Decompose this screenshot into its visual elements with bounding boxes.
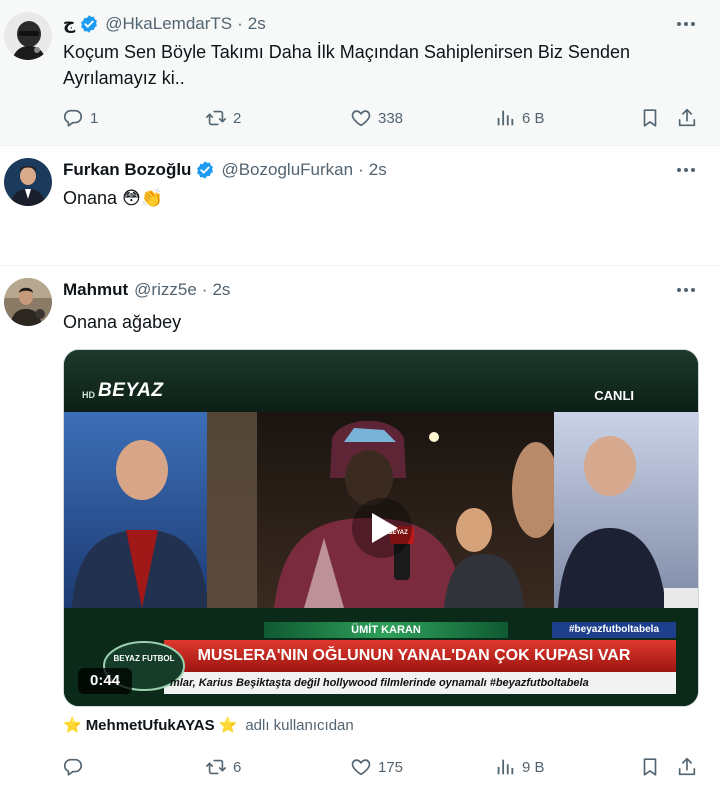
author-name[interactable]: Furkan Bozoğlu xyxy=(63,160,191,180)
author-name[interactable]: Mahmut xyxy=(63,280,128,300)
author-handle[interactable]: @HkaLemdarTS xyxy=(105,14,232,34)
reply-count: 1 xyxy=(90,109,99,127)
star-emoji: ⭐ xyxy=(218,717,238,734)
reply-button[interactable]: 1 xyxy=(62,104,98,132)
tweet-text: Onana 😳👏 xyxy=(63,188,164,208)
timestamp[interactable]: 2s xyxy=(369,160,387,180)
author-handle[interactable]: @rizz5e xyxy=(134,280,197,300)
channel-hd-label: HD xyxy=(82,390,95,400)
retweet-count: 6 xyxy=(233,758,242,776)
verified-icon xyxy=(79,14,99,34)
video-player[interactable]: HD BEYAZ CANLI ÜMİT KARAN #beyazfutbolta… xyxy=(63,349,699,707)
more-icon[interactable] xyxy=(674,14,698,34)
retweet-button[interactable]: 2 xyxy=(205,104,241,132)
verified-icon xyxy=(195,160,215,180)
like-icon xyxy=(350,107,372,129)
reply-icon xyxy=(62,756,84,778)
retweet-icon xyxy=(205,107,227,129)
attribution-suffix: adlı kullanıcıdan xyxy=(245,716,354,734)
separator-dot: · xyxy=(237,14,243,33)
speaker-name: ÜMİT KARAN xyxy=(351,624,421,636)
avatar[interactable] xyxy=(4,278,52,326)
timestamp[interactable]: 2s xyxy=(248,14,266,34)
news-ticker: mlar, Karius Beşiktaşta değil hollywood … xyxy=(170,677,589,689)
show-logo: BEYAZ FUTBOL xyxy=(113,654,175,663)
bookmark-icon xyxy=(639,756,661,778)
timestamp[interactable]: 2s xyxy=(212,280,230,300)
views-button[interactable]: 6 B xyxy=(494,104,545,132)
share-button[interactable] xyxy=(676,104,698,132)
reply-icon xyxy=(62,107,84,129)
star-emoji: ⭐ xyxy=(63,717,82,734)
channel-logo: BEYAZ xyxy=(98,380,164,401)
retweet-button[interactable]: 6 xyxy=(205,753,241,781)
tweet-2[interactable]: Furkan Bozoğlu @BozogluFurkan · 2s Onana… xyxy=(0,146,720,266)
bookmark-button[interactable] xyxy=(639,104,661,132)
like-count: 175 xyxy=(378,758,404,776)
tweet-1[interactable]: ج @HkaLemdarTS · 2s Koçum Sen Böyle Takı… xyxy=(0,0,720,146)
share-icon xyxy=(676,756,698,778)
tweet-actions: 1 2 338 6 B xyxy=(60,104,710,132)
mic-label: BEYAZ xyxy=(388,530,408,536)
video-duration: 0:44 xyxy=(89,672,121,689)
more-icon[interactable] xyxy=(674,280,698,300)
retweet-count: 2 xyxy=(233,109,242,127)
author-name[interactable]: ج xyxy=(63,14,75,34)
more-icon[interactable] xyxy=(674,160,698,180)
views-icon xyxy=(494,756,516,778)
hashtag-tag: #beyazfutboltabela xyxy=(568,624,660,635)
bookmark-button[interactable] xyxy=(639,753,661,781)
avatar[interactable] xyxy=(4,12,52,60)
media-attribution[interactable]: ⭐ MehmetUfukAYAS ⭐ adlı kullanıcıdan xyxy=(63,716,354,735)
tweet-text: Onana ağabey xyxy=(63,312,182,332)
like-icon xyxy=(350,756,372,778)
like-button[interactable]: 175 xyxy=(350,753,403,781)
headline-banner: MUSLERA'NIN OĞLUNUN YANAL'DAN ÇOK KUPASI… xyxy=(197,647,631,664)
view-count: 9 B xyxy=(522,758,545,776)
avatar[interactable] xyxy=(4,158,52,206)
retweet-icon xyxy=(205,756,227,778)
view-count: 6 B xyxy=(522,109,545,127)
reply-button[interactable] xyxy=(62,753,90,781)
bookmark-icon xyxy=(639,107,661,129)
like-count: 338 xyxy=(378,109,404,127)
views-button[interactable]: 9 B xyxy=(494,753,545,781)
views-icon xyxy=(494,107,516,129)
live-label: CANLI xyxy=(594,388,634,403)
attribution-username[interactable]: MehmetUfukAYAS xyxy=(86,717,215,734)
separator-dot: · xyxy=(201,280,208,299)
separator-dot: · xyxy=(358,160,364,179)
tweet-actions: 6 175 9 B xyxy=(60,753,710,781)
like-button[interactable]: 338 xyxy=(350,104,403,132)
share-button[interactable] xyxy=(676,753,698,781)
tweet-text: Koçum Sen Böyle Takımı Daha İlk Maçından… xyxy=(63,42,630,88)
share-icon xyxy=(676,107,698,129)
author-handle[interactable]: @BozogluFurkan xyxy=(221,160,353,180)
